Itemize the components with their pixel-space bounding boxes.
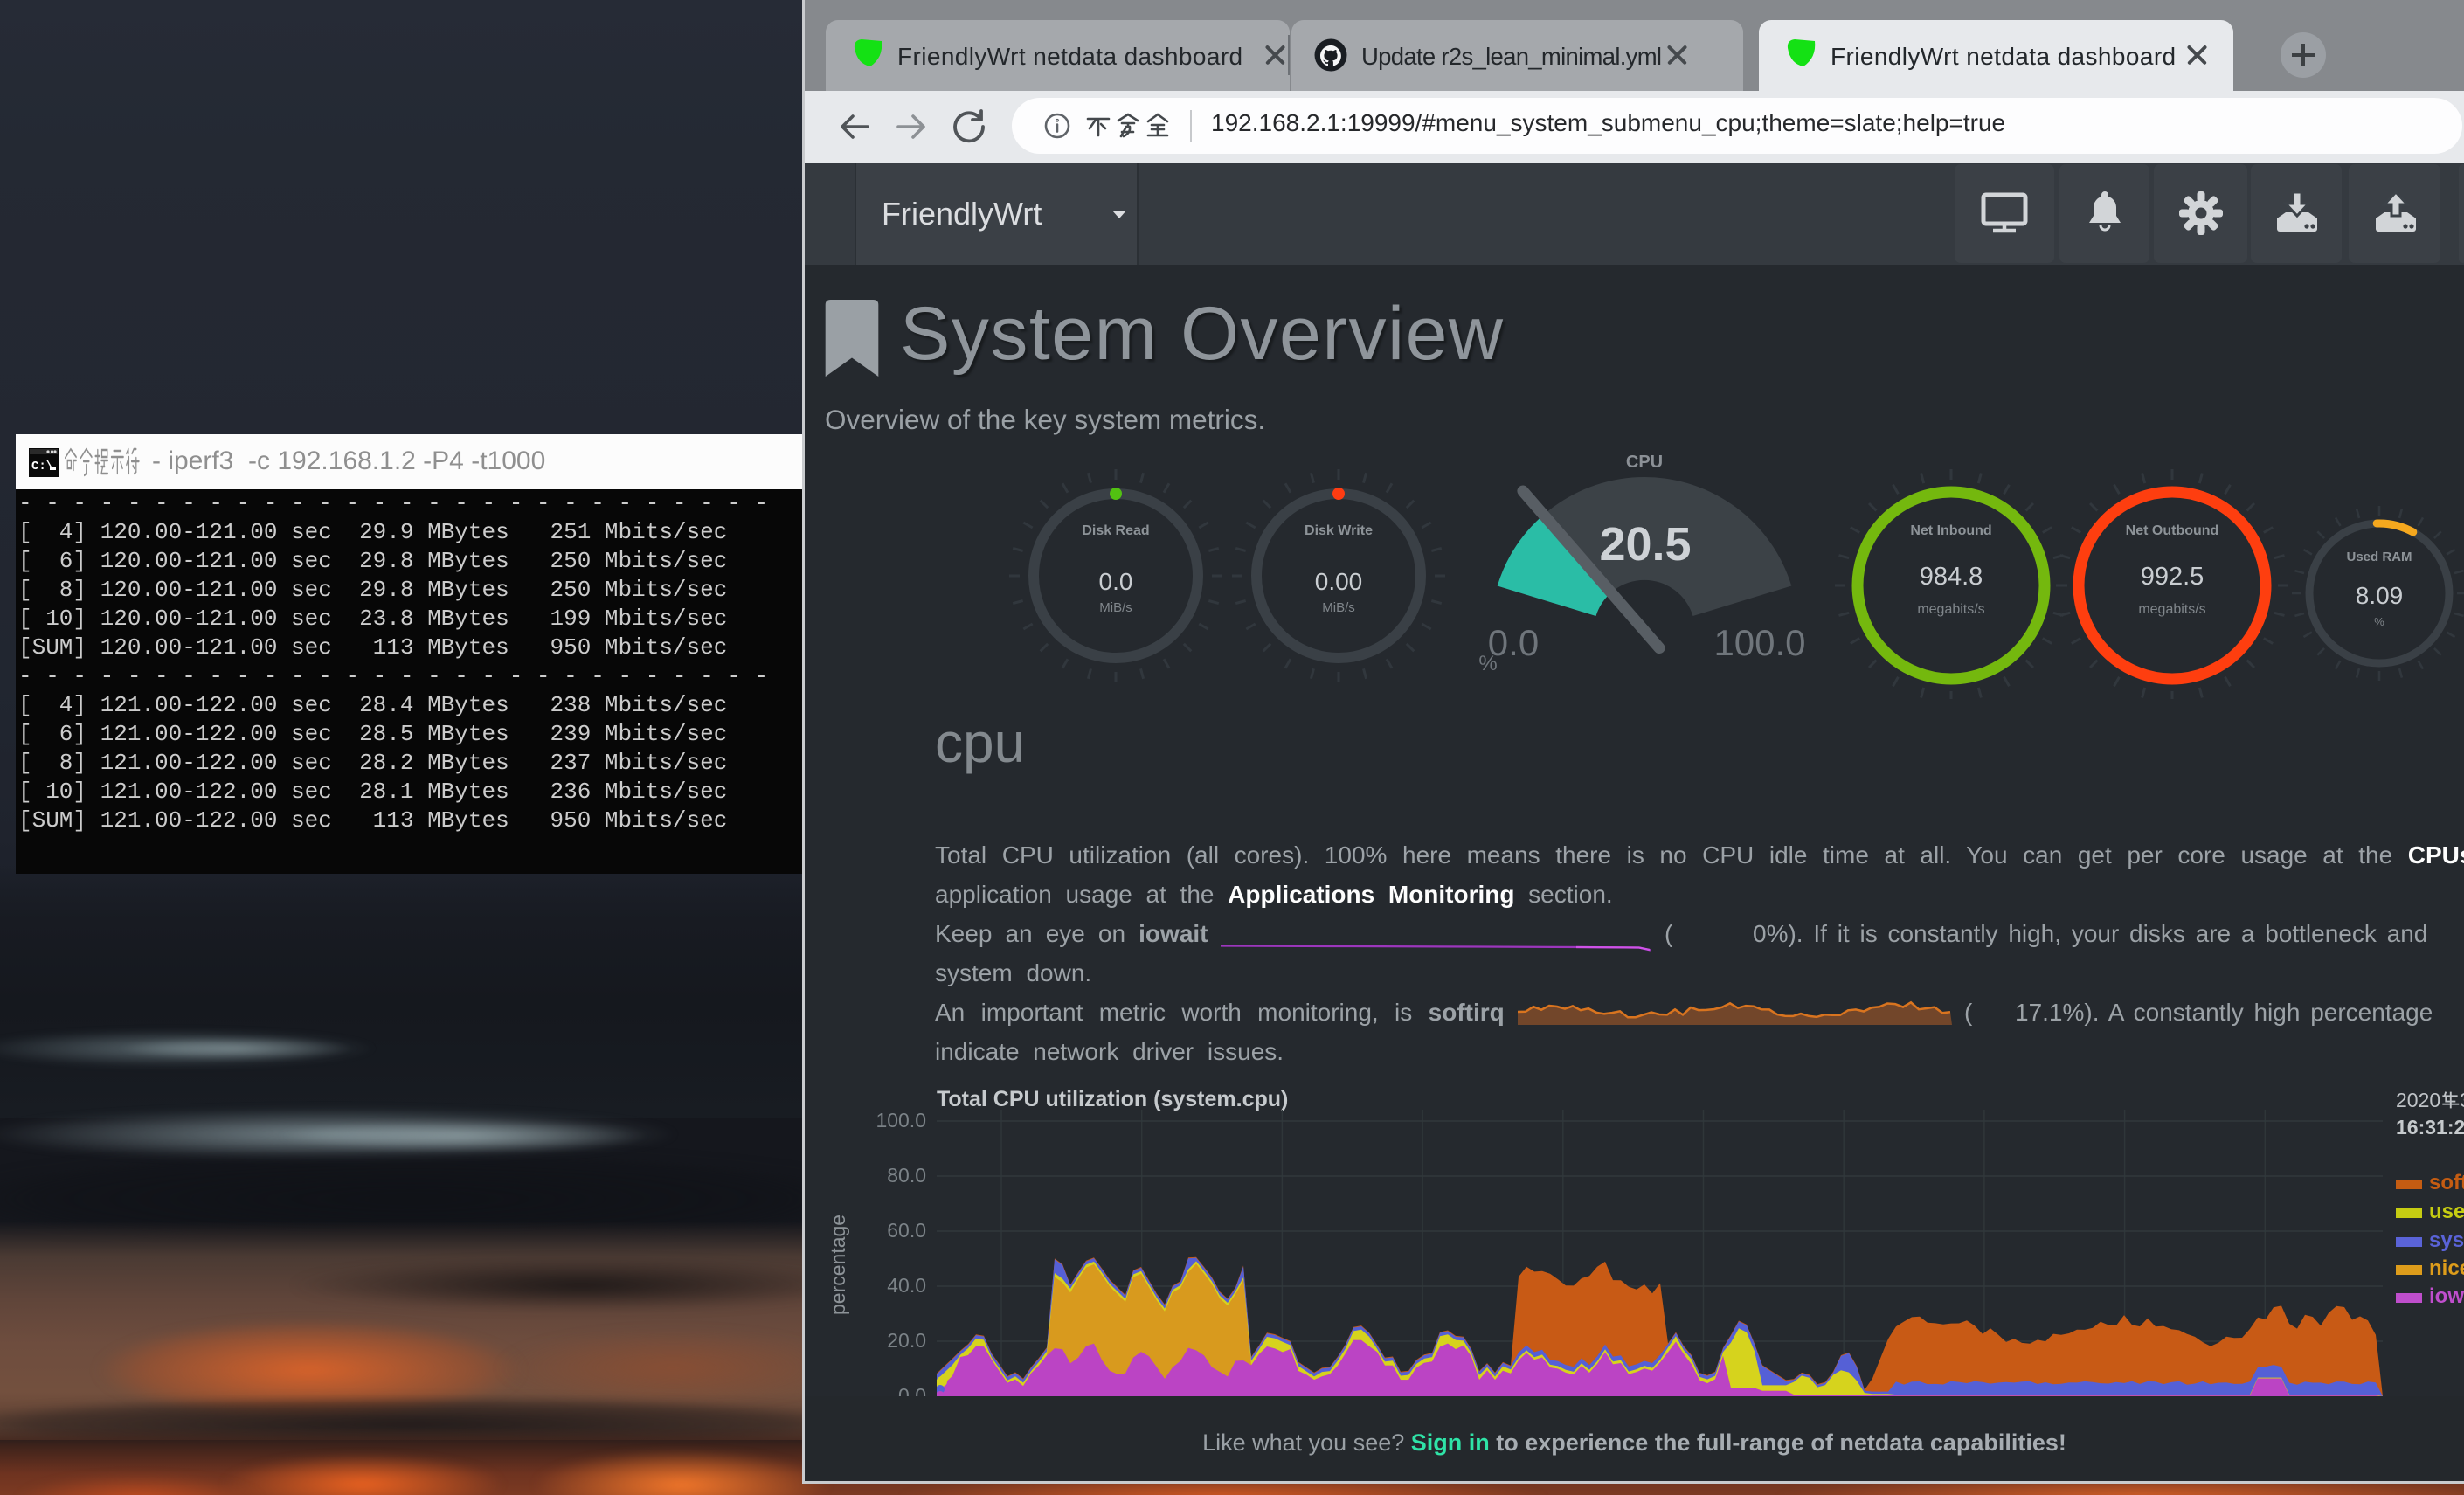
svg-text:C:\: C:\ <box>31 460 53 474</box>
